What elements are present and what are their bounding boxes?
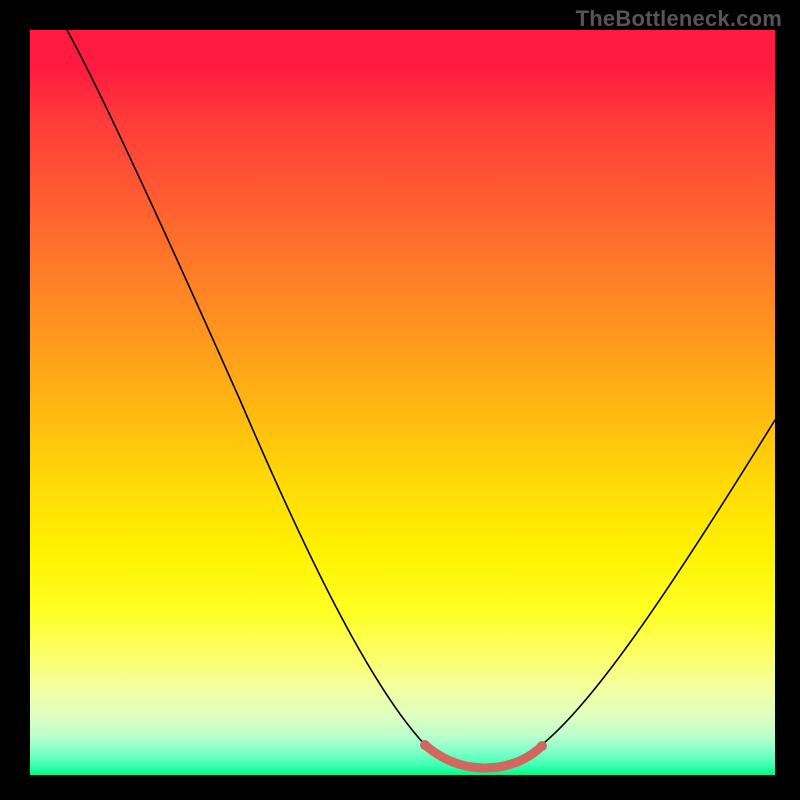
curve-path [67,30,775,765]
plot-area [30,30,775,775]
trough-marker-start [420,740,430,750]
trough-marker-end [537,741,547,751]
curve-layer [30,30,775,775]
trough-marker [425,745,542,768]
watermark-text: TheBottleneck.com [576,6,782,32]
chart-stage: TheBottleneck.com [0,0,800,800]
